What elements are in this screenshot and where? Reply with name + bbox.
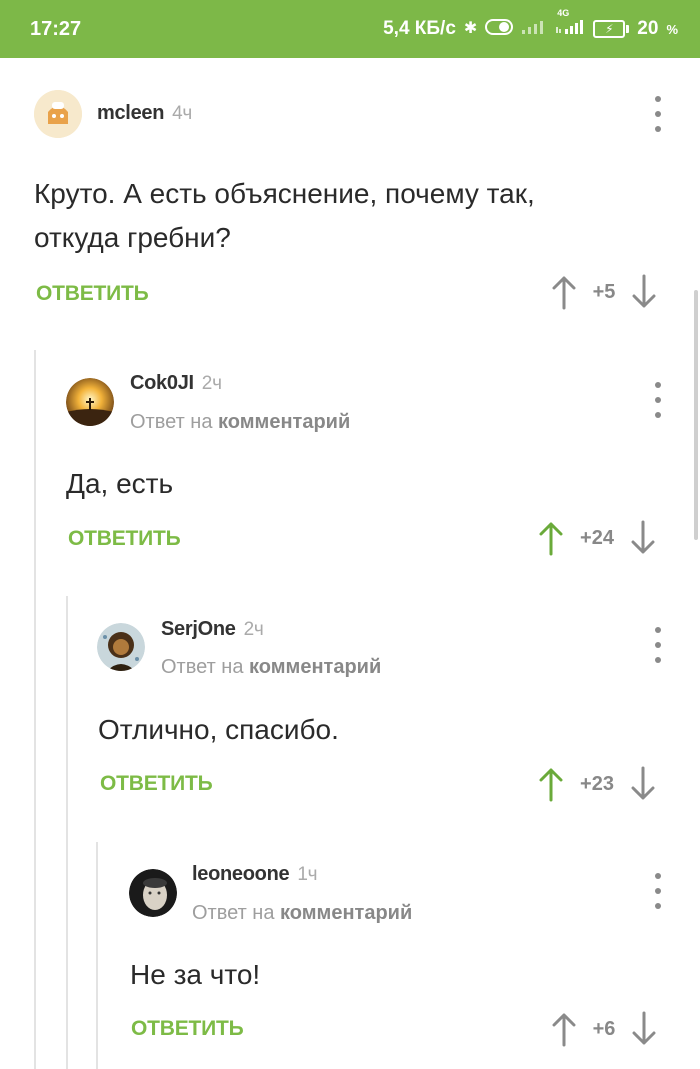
downvote-arrow-icon[interactable] <box>630 1011 658 1047</box>
avatar[interactable] <box>34 90 82 138</box>
comment-text-line: Не за что! <box>130 959 261 990</box>
reply-to-line: Ответ на комментарий <box>130 411 350 434</box>
reply-to-link[interactable]: комментарий <box>280 902 412 924</box>
upvote-arrow-icon[interactable] <box>550 274 578 310</box>
comment-text: Отлично, спасибо. <box>98 708 339 752</box>
battery-level: 20 <box>637 18 659 39</box>
comment-time: 1ч <box>297 864 318 885</box>
username[interactable]: leoneoone 1ч <box>192 863 317 886</box>
reply-button[interactable]: ОТВЕТИТЬ <box>68 527 181 551</box>
bluetooth-icon: ✱ <box>463 20 478 37</box>
battery-unit: % <box>666 21 678 37</box>
reply-button[interactable]: ОТВЕТИТЬ <box>131 1017 244 1041</box>
reply-button[interactable]: ОТВЕТИТЬ <box>100 772 213 796</box>
thread-line-2 <box>66 596 68 1069</box>
downvote-arrow-icon[interactable] <box>629 520 657 556</box>
comment-text-line: Да, есть <box>66 468 174 499</box>
toggle-icon <box>485 19 514 39</box>
comment-time: 4ч <box>172 103 193 124</box>
comment-text: Круто. А есть объяснение, почему так, от… <box>34 172 535 260</box>
downvote-arrow-icon[interactable] <box>630 274 658 310</box>
comment-text-line: Отлично, спасибо. <box>98 714 339 745</box>
battery-icon: ⚡ <box>593 20 630 38</box>
vote-controls: +6 <box>550 1009 658 1049</box>
vote-score: +24 <box>580 526 614 549</box>
downvote-arrow-icon[interactable] <box>629 766 657 802</box>
username-text[interactable]: Cok0JI <box>130 372 194 394</box>
vote-controls: +24 <box>537 518 657 558</box>
upvote-arrow-icon[interactable] <box>550 1011 578 1047</box>
signal-icon-1 <box>521 19 547 39</box>
reply-to-link[interactable]: комментарий <box>249 656 381 678</box>
status-right: 5,4 КБ/с ✱ 4G ⚡ 20 % <box>383 9 678 40</box>
avatar[interactable] <box>66 378 114 426</box>
more-menu-icon[interactable] <box>652 627 664 663</box>
reply-to-link[interactable]: комментарий <box>218 411 350 433</box>
reply-to-prefix: Ответ на <box>161 656 244 678</box>
more-menu-icon[interactable] <box>652 96 664 132</box>
signal-icon-2: 4G <box>555 9 585 39</box>
reply-to-line: Ответ на комментарий <box>192 902 412 925</box>
scrollbar[interactable] <box>694 290 698 540</box>
vote-score: +6 <box>592 1017 616 1040</box>
avatar[interactable] <box>129 869 177 917</box>
vote-controls: +5 <box>550 272 658 312</box>
username-text[interactable]: mcleen <box>97 102 164 124</box>
vote-controls: +23 <box>537 764 657 804</box>
username-text[interactable]: leoneoone <box>192 863 290 885</box>
reply-to-prefix: Ответ на <box>192 902 275 924</box>
avatar[interactable] <box>97 623 145 671</box>
username[interactable]: SerjOne 2ч <box>161 618 264 641</box>
reply-to-line: Ответ на комментарий <box>161 656 381 679</box>
comment-time: 2ч <box>201 373 222 394</box>
network-speed: 5,4 КБ/с <box>383 18 456 39</box>
network-type: 4G <box>557 8 570 18</box>
vote-score: +5 <box>592 280 616 303</box>
upvote-arrow-icon[interactable] <box>537 766 565 802</box>
username[interactable]: mcleen 4ч <box>97 102 192 125</box>
username[interactable]: Cok0JI 2ч <box>130 372 222 395</box>
vote-score: +23 <box>580 772 614 795</box>
username-text[interactable]: SerjOne <box>161 618 236 640</box>
reply-button[interactable]: ОТВЕТИТЬ <box>36 282 149 306</box>
comment-text: Не за что! <box>130 953 260 997</box>
more-menu-icon[interactable] <box>652 382 664 418</box>
status-bar: 17:27 5,4 КБ/с ✱ 4G ⚡ 20 % <box>0 0 700 58</box>
reply-to-prefix: Ответ на <box>130 411 213 433</box>
thread-line-3 <box>96 842 98 1069</box>
comment-text-line: Круто. А есть объяснение, почему так, <box>34 178 535 209</box>
comment-time: 2ч <box>243 619 264 640</box>
status-time: 17:27 <box>30 17 82 40</box>
thread-line-1 <box>34 350 36 1069</box>
upvote-arrow-icon[interactable] <box>537 520 565 556</box>
more-menu-icon[interactable] <box>652 873 664 909</box>
comment-text: Да, есть <box>66 462 173 506</box>
comment-text-line: откуда гребни? <box>34 222 231 253</box>
